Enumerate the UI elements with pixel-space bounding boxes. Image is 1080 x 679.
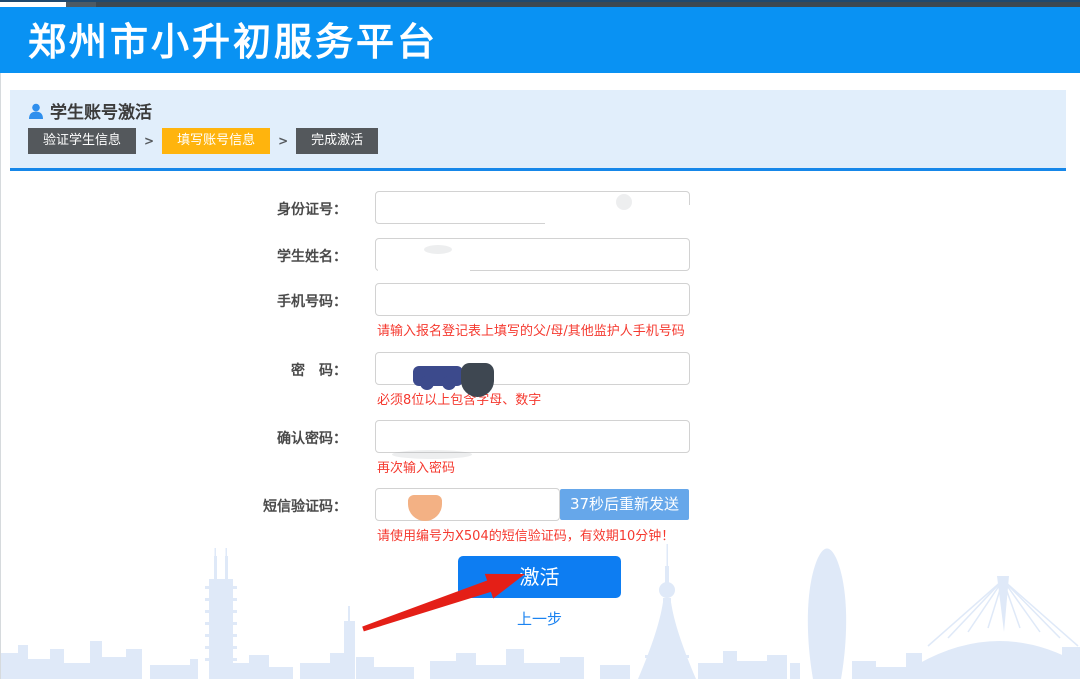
phone-hint: 请输入报名登记表上填写的父/母/其他监护人手机号码 bbox=[377, 324, 685, 339]
student-name-label: 学生姓名： bbox=[277, 249, 347, 265]
phone-input[interactable] bbox=[375, 283, 690, 316]
browser-tab-neighbor bbox=[66, 2, 96, 7]
confirm-password-input[interactable] bbox=[375, 420, 690, 453]
redaction-patch bbox=[378, 255, 470, 275]
site-banner: 郑州市小升初服务平台 bbox=[0, 7, 1080, 73]
page: 郑州市小升初服务平台 学生账号激活 验证学生信息 > 填写账号信息 > 完成激活… bbox=[0, 0, 1080, 679]
redaction-blob bbox=[420, 376, 434, 390]
password-label: 密 码： bbox=[291, 363, 347, 379]
section-title: 学生账号激活 bbox=[50, 103, 152, 123]
password-hint: 必须8位以上包含字母、数字 bbox=[377, 393, 542, 408]
section-header: 学生账号激活 bbox=[28, 98, 152, 123]
browser-chrome-strip bbox=[0, 0, 1080, 7]
redaction-blob bbox=[461, 363, 494, 397]
city-skyline-graphic bbox=[0, 544, 1080, 679]
activate-button[interactable]: 激活 bbox=[458, 556, 621, 598]
phone-label: 手机号码： bbox=[277, 294, 347, 310]
step-separator-icon: > bbox=[144, 134, 155, 148]
step-separator-icon: > bbox=[278, 134, 289, 148]
sms-code-label: 短信验证码： bbox=[263, 499, 347, 515]
confirm-password-hint: 再次输入密码 bbox=[377, 461, 456, 476]
resend-countdown-button[interactable]: 37秒后重新发送 bbox=[560, 489, 689, 520]
step-verify-student-info: 验证学生信息 bbox=[28, 128, 137, 154]
user-icon bbox=[28, 103, 44, 119]
step-breadcrumb: 验证学生信息 > 填写账号信息 > 完成激活 bbox=[28, 128, 379, 154]
confirm-password-label: 确认密码： bbox=[277, 431, 347, 447]
redaction-blob bbox=[442, 376, 456, 390]
idcard-label: 身份证号： bbox=[277, 202, 347, 218]
site-title: 郑州市小升初服务平台 bbox=[28, 20, 439, 64]
sms-code-input[interactable] bbox=[375, 488, 560, 521]
section-panel: 学生账号激活 验证学生信息 > 填写账号信息 > 完成激活 bbox=[10, 90, 1066, 171]
browser-tab[interactable] bbox=[0, 2, 66, 7]
redaction-smudge bbox=[392, 450, 472, 459]
redaction-smudge bbox=[616, 194, 632, 210]
sms-hint: 请使用编号为X504的短信验证码，有效期10分钟！ bbox=[377, 529, 675, 544]
window-top-edge bbox=[0, 0, 1080, 2]
redaction-smudge bbox=[424, 245, 452, 254]
step-complete-activation: 完成激活 bbox=[296, 128, 379, 154]
back-link[interactable]: 上一步 bbox=[458, 608, 621, 629]
window-left-edge bbox=[0, 73, 1, 679]
step-fill-account-info: 填写账号信息 bbox=[162, 128, 271, 154]
